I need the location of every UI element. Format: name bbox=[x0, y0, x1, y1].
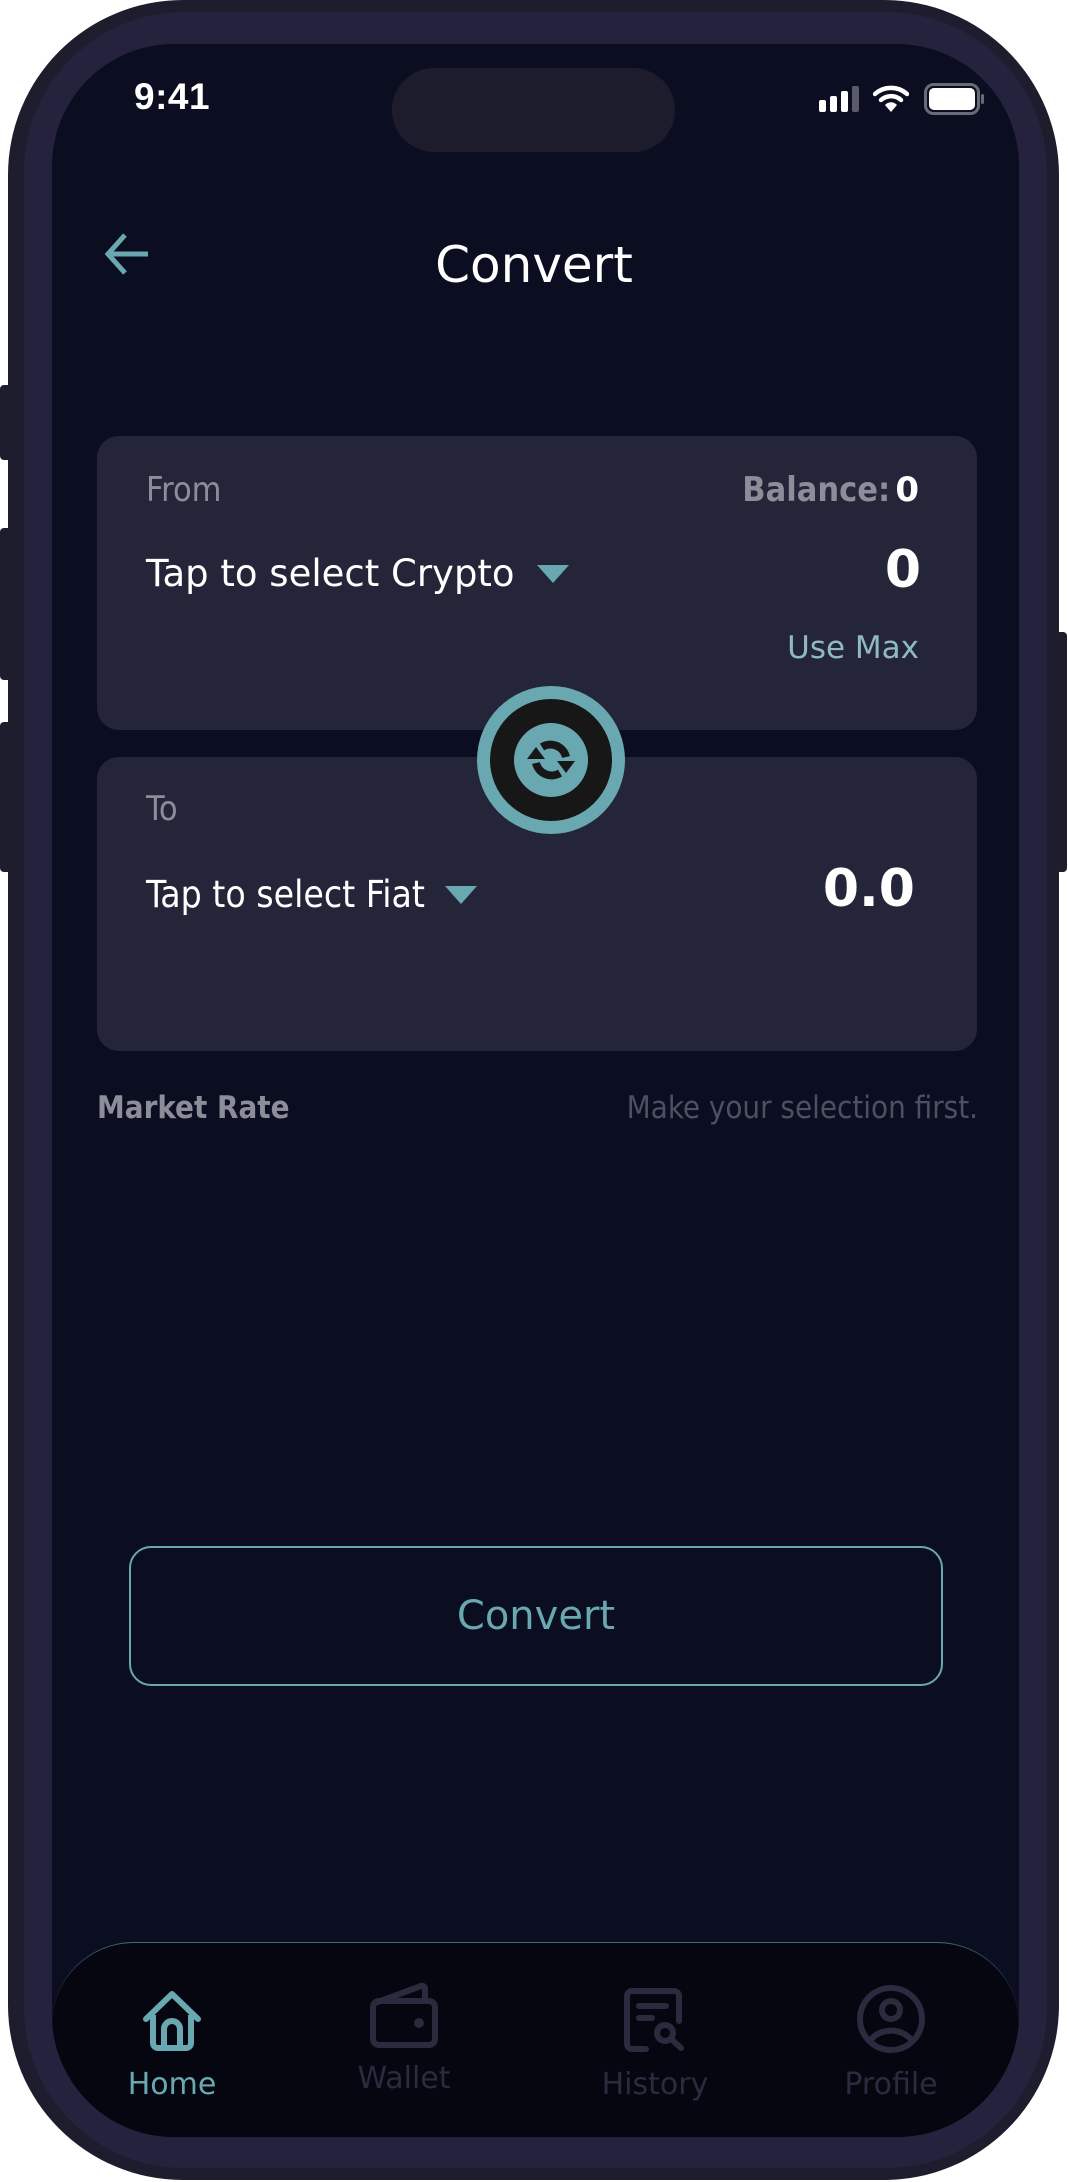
balance-label: Balance: bbox=[742, 470, 891, 510]
nav-item-home[interactable]: Home bbox=[72, 1943, 272, 2137]
nav-item-wallet[interactable]: Wallet bbox=[304, 1943, 504, 2137]
use-max-button[interactable]: Use Max bbox=[787, 630, 919, 666]
balance-value: 0 bbox=[895, 470, 919, 510]
caret-down-icon bbox=[536, 564, 569, 583]
wifi-icon bbox=[873, 85, 909, 112]
mute-switch bbox=[0, 385, 12, 460]
caret-down-icon bbox=[444, 885, 477, 904]
from-amount-input[interactable]: 0 bbox=[885, 540, 921, 600]
profile-icon bbox=[857, 1985, 925, 2053]
power-button bbox=[1055, 632, 1067, 872]
volume-up-button bbox=[0, 528, 12, 680]
balance-display: Balance: 0 bbox=[742, 470, 919, 510]
fiat-selector[interactable]: Tap to select Fiat bbox=[146, 873, 477, 916]
bottom-nav: Home Wallet History Profile bbox=[52, 1942, 1019, 2137]
from-card: From Balance: 0 Tap to select Crypto 0 U… bbox=[97, 436, 977, 730]
fiat-selector-label: Tap to select Fiat bbox=[146, 873, 425, 916]
convert-button-label: Convert bbox=[456, 1593, 616, 1639]
to-amount-display: 0.0 bbox=[822, 859, 915, 919]
swap-arrows-icon bbox=[514, 723, 588, 797]
nav-label-history: History bbox=[601, 2067, 709, 2102]
page-title: Convert bbox=[435, 236, 633, 294]
nav-label-wallet: Wallet bbox=[357, 2061, 451, 2096]
crypto-selector[interactable]: Tap to select Crypto bbox=[146, 552, 569, 595]
nav-item-history[interactable]: History bbox=[555, 1943, 755, 2137]
volume-down-button bbox=[0, 722, 12, 872]
dynamic-island bbox=[392, 68, 675, 152]
history-search-icon bbox=[624, 1988, 684, 2052]
crypto-selector-label: Tap to select Crypto bbox=[146, 552, 515, 595]
to-label: To bbox=[146, 789, 178, 829]
market-rate-value: Make your selection first. bbox=[626, 1090, 978, 1126]
nav-label-profile: Profile bbox=[844, 2067, 938, 2102]
home-icon bbox=[143, 1991, 201, 2051]
nav-label-home: Home bbox=[127, 2067, 217, 2102]
wallet-icon bbox=[370, 1982, 438, 2048]
status-time: 9:41 bbox=[134, 76, 211, 117]
cellular-signal-icon bbox=[819, 86, 859, 112]
from-label: From bbox=[146, 470, 222, 510]
battery-icon bbox=[924, 83, 984, 115]
market-rate-label: Market Rate bbox=[97, 1090, 290, 1126]
convert-button[interactable]: Convert bbox=[129, 1546, 943, 1686]
nav-item-profile[interactable]: Profile bbox=[791, 1943, 991, 2137]
swap-button[interactable] bbox=[477, 686, 625, 834]
